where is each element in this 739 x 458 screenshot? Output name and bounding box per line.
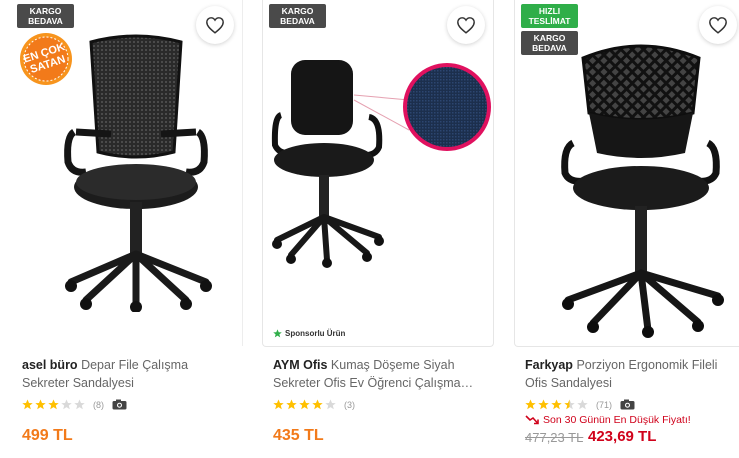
- rating-stars: [22, 399, 88, 410]
- product-title[interactable]: AYM Ofis Kumaş Döşeme Siyah Sekreter Ofi…: [273, 356, 488, 392]
- rating-row: (8): [22, 399, 127, 410]
- product-image-area[interactable]: KARGO BEDAVA EN ÇOK SATAN: [11, 0, 243, 346]
- heart-outline-icon: [457, 17, 475, 34]
- rating-stars: [273, 399, 339, 410]
- discounted-price: 423,69 TL: [588, 428, 657, 445]
- heart-outline-icon: [709, 17, 727, 34]
- product-price: 435 TL: [273, 427, 324, 444]
- product-card-1[interactable]: KARGO BEDAVA EN ÇOK SATAN asel büro Depa…: [11, 0, 245, 458]
- trend-down-icon: [525, 415, 539, 425]
- product-brand: AYM Ofis: [273, 358, 328, 372]
- product-image[interactable]: [269, 55, 494, 285]
- product-card-3[interactable]: HIZLI TESLİMAT KARGO BEDAVA Farkyap Porz…: [514, 0, 739, 458]
- favorite-button[interactable]: [447, 6, 485, 44]
- lowest-price-note: Son 30 Günün En Düşük Fiyatı!: [525, 414, 691, 426]
- camera-icon: [112, 399, 127, 410]
- star-icon: [273, 329, 282, 338]
- product-image[interactable]: [553, 38, 728, 338]
- rating-stars: [525, 399, 591, 410]
- sponsored-label: Sponsorlu Ürün: [273, 329, 345, 338]
- original-price: 477,23 TL: [525, 430, 584, 445]
- product-image-area[interactable]: HIZLI TESLİMAT KARGO BEDAVA: [514, 0, 739, 347]
- fast-delivery-badge: HIZLI TESLİMAT: [521, 4, 578, 28]
- rating-row: (71): [525, 399, 635, 410]
- product-title[interactable]: asel büro Depar File Çalışma Sekreter Sa…: [22, 356, 237, 392]
- camera-icon: [620, 399, 635, 410]
- free-shipping-badge: KARGO BEDAVA: [269, 4, 326, 28]
- rating-row: (3): [273, 399, 355, 410]
- review-count: (71): [596, 399, 613, 410]
- review-count: (3): [344, 399, 355, 410]
- product-brand: Farkyap: [525, 358, 573, 372]
- product-price: 499 TL: [22, 427, 73, 444]
- product-title[interactable]: Farkyap Porziyon Ergonomik Fileli Ofis S…: [525, 356, 739, 392]
- product-card-2[interactable]: KARGO BEDAVA Sponsorlu Ürün AYM Ofis Kum…: [262, 0, 496, 458]
- review-count: (8): [93, 399, 104, 410]
- product-brand: asel büro: [22, 358, 78, 372]
- free-shipping-badge: KARGO BEDAVA: [17, 4, 74, 28]
- product-image-area[interactable]: KARGO BEDAVA Sponsorlu Ürün: [262, 0, 494, 347]
- product-image[interactable]: [56, 32, 216, 312]
